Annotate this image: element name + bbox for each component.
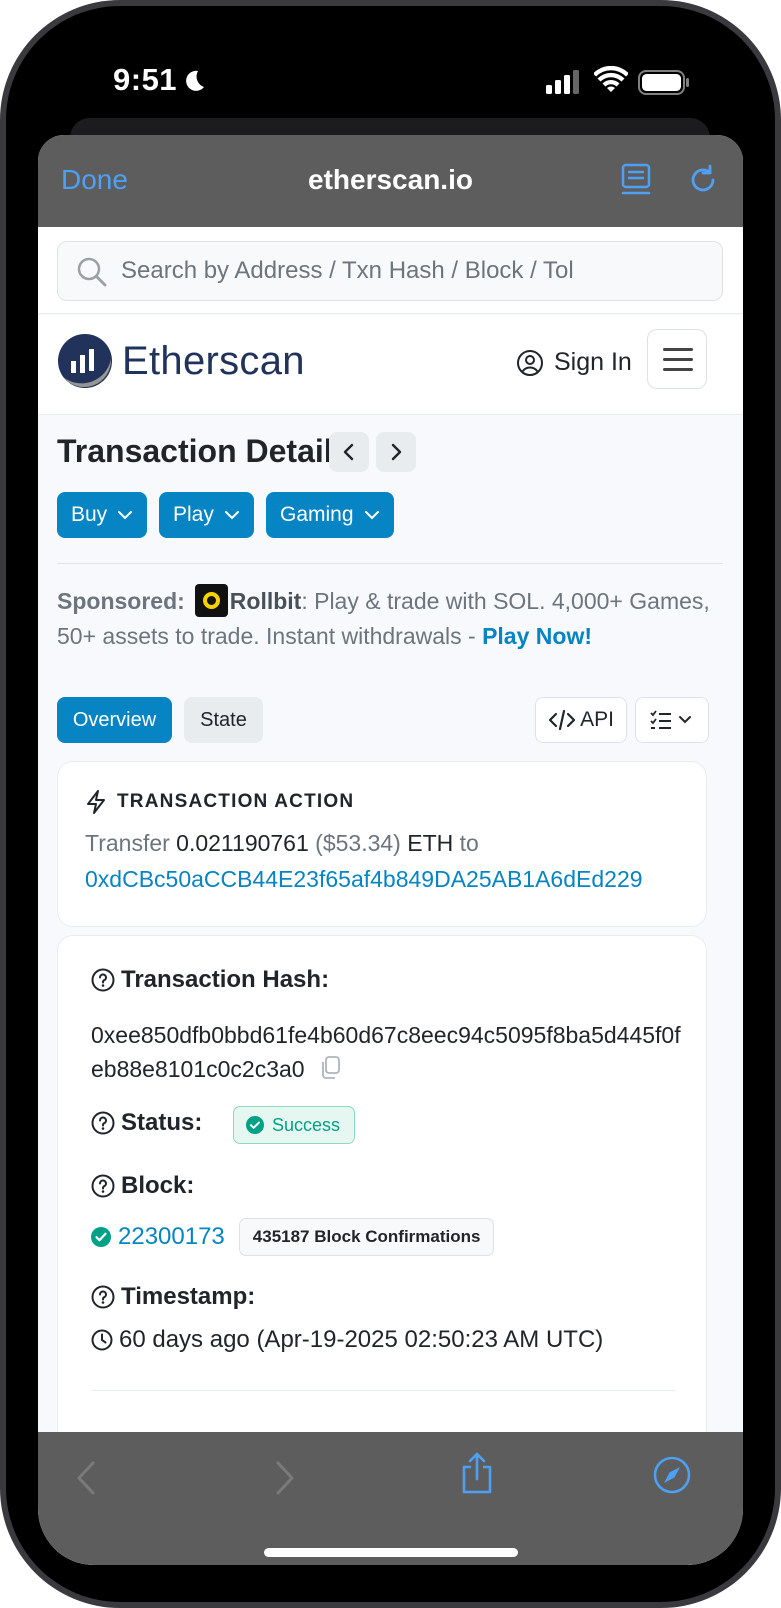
help-icon[interactable] xyxy=(91,1174,115,1198)
status-value: Success xyxy=(272,1114,341,1135)
play-label: Play xyxy=(173,503,214,526)
block-label-row: Block: xyxy=(91,1172,194,1200)
next-transaction-button[interactable] xyxy=(376,432,416,472)
moon-icon xyxy=(186,70,204,91)
search-input[interactable] xyxy=(121,242,711,300)
transaction-hash-label: Transaction Hash: xyxy=(121,966,330,993)
recipient-address-link[interactable]: 0xdCBc50aCCB44E23f65af4b849DA25AB1A6dEd2… xyxy=(85,866,643,893)
check-circle-icon xyxy=(246,1116,264,1134)
tab-state[interactable]: State xyxy=(184,697,263,743)
sign-in-link[interactable]: Sign In xyxy=(516,348,632,377)
user-circle-icon xyxy=(517,349,543,376)
help-icon[interactable] xyxy=(91,968,115,992)
block-label: Block: xyxy=(121,1172,195,1199)
transaction-action-title: TRANSACTION ACTION xyxy=(117,791,355,812)
view-options-button[interactable] xyxy=(635,697,709,743)
list-check-icon xyxy=(650,710,691,729)
search-icon xyxy=(77,257,107,287)
play-now-link[interactable]: Play Now! xyxy=(482,623,592,649)
transaction-action-summary: Transfer 0.021190761 ($53.34) ETH to xyxy=(85,830,479,857)
rollbit-logo-icon[interactable] xyxy=(194,584,228,617)
tab-overview[interactable]: Overview xyxy=(57,697,172,743)
transaction-action-heading: TRANSACTION ACTION xyxy=(85,790,354,814)
block-confirmations-badge: 435187 Block Confirmations xyxy=(238,1218,495,1256)
site-header: Etherscan Sign In xyxy=(38,315,743,415)
status-bar: 9:51 xyxy=(0,0,781,130)
menu-line xyxy=(663,358,693,361)
divider xyxy=(57,563,723,564)
etherscan-logo-text[interactable]: Etherscan xyxy=(122,339,305,384)
gaming-dropdown[interactable]: Gaming xyxy=(266,492,394,538)
hamburger-menu-button[interactable] xyxy=(647,329,707,389)
wifi-icon xyxy=(594,66,628,92)
help-icon[interactable] xyxy=(91,1285,115,1309)
sign-in-label: Sign In xyxy=(554,348,632,376)
clock-icon xyxy=(91,1329,113,1351)
api-button[interactable]: API xyxy=(535,697,627,743)
browser-top-bar: Done etherscan.io xyxy=(38,135,743,227)
chevron-right-icon xyxy=(391,443,402,461)
transaction-hash-value: 0xee850dfb0bbd61fe4b60d67c8eec94c5095f8b… xyxy=(91,1018,691,1086)
forward-arrow-icon[interactable] xyxy=(274,1460,296,1496)
reload-icon[interactable] xyxy=(686,163,720,197)
transfer-verb: Transfer xyxy=(85,830,170,856)
status-badge: Success xyxy=(233,1106,356,1144)
copy-icon[interactable] xyxy=(319,1056,341,1080)
browser-bottom-toolbar xyxy=(38,1432,743,1565)
sponsored-banner: Sponsored: Rollbit: Play & trade with SOL… xyxy=(57,584,727,654)
browser-sheet: Done etherscan.io Ethe xyxy=(38,135,743,1565)
buy-label: Buy xyxy=(71,503,108,526)
status-label-row: Status: xyxy=(91,1109,202,1137)
page-title: Transaction Details xyxy=(57,433,351,469)
chevron-down-icon xyxy=(118,511,133,520)
chevron-left-icon xyxy=(343,443,354,461)
status-label: Status: xyxy=(121,1109,203,1136)
timestamp-label-row: Timestamp: xyxy=(91,1283,255,1311)
menu-line xyxy=(663,368,693,371)
sponsored-prefix: Sponsored: xyxy=(57,588,185,614)
search-box[interactable] xyxy=(57,241,723,301)
search-bar-container xyxy=(38,227,743,314)
back-arrow-icon[interactable] xyxy=(75,1460,97,1496)
hash-label-row: Transaction Hash: xyxy=(91,966,329,994)
compass-icon[interactable] xyxy=(653,1456,691,1494)
lightning-icon xyxy=(87,790,105,814)
code-icon xyxy=(548,709,576,731)
help-icon[interactable] xyxy=(91,1111,115,1135)
transfer-amount: 0.021190761 xyxy=(176,830,309,856)
block-number-link[interactable]: 22300173 xyxy=(118,1223,225,1251)
sponsor-name-link[interactable]: Rollbit xyxy=(230,588,302,614)
battery-icon xyxy=(638,70,689,95)
timestamp-value: 60 days ago (Apr-19-2025 02:50:23 AM UTC… xyxy=(119,1326,604,1353)
etherscan-logo-icon[interactable] xyxy=(57,333,113,389)
divider xyxy=(91,1390,675,1391)
reader-view-icon[interactable] xyxy=(621,163,651,197)
transaction-action-card: TRANSACTION ACTION Transfer 0.021190761 … xyxy=(57,761,707,927)
previous-transaction-button[interactable] xyxy=(329,432,369,472)
play-dropdown[interactable]: Play xyxy=(159,492,254,538)
status-time: 9:51 xyxy=(113,62,178,97)
transaction-hash-text: 0xee850dfb0bbd61fe4b60d67c8eec94c5095f8b… xyxy=(91,1022,681,1082)
chevron-down-icon xyxy=(224,511,239,520)
api-label: API xyxy=(580,708,614,731)
transfer-to-word: to xyxy=(459,830,479,856)
menu-line xyxy=(663,348,693,351)
transfer-unit: ETH xyxy=(407,830,454,856)
cellular-signal-icon xyxy=(546,70,579,94)
buy-dropdown[interactable]: Buy xyxy=(57,492,148,538)
home-indicator[interactable] xyxy=(264,1548,518,1557)
timestamp-value-row: 60 days ago (Apr-19-2025 02:50:23 AM UTC… xyxy=(91,1326,603,1354)
check-circle-icon xyxy=(91,1227,111,1247)
share-icon[interactable] xyxy=(460,1452,494,1494)
block-value-row: 22300173 435187 Block Confirmations xyxy=(91,1218,495,1256)
timestamp-label: Timestamp: xyxy=(121,1283,256,1310)
chevron-down-icon xyxy=(364,511,379,520)
gaming-label: Gaming xyxy=(280,503,354,526)
transfer-usd-value: ($53.34) xyxy=(315,830,401,856)
